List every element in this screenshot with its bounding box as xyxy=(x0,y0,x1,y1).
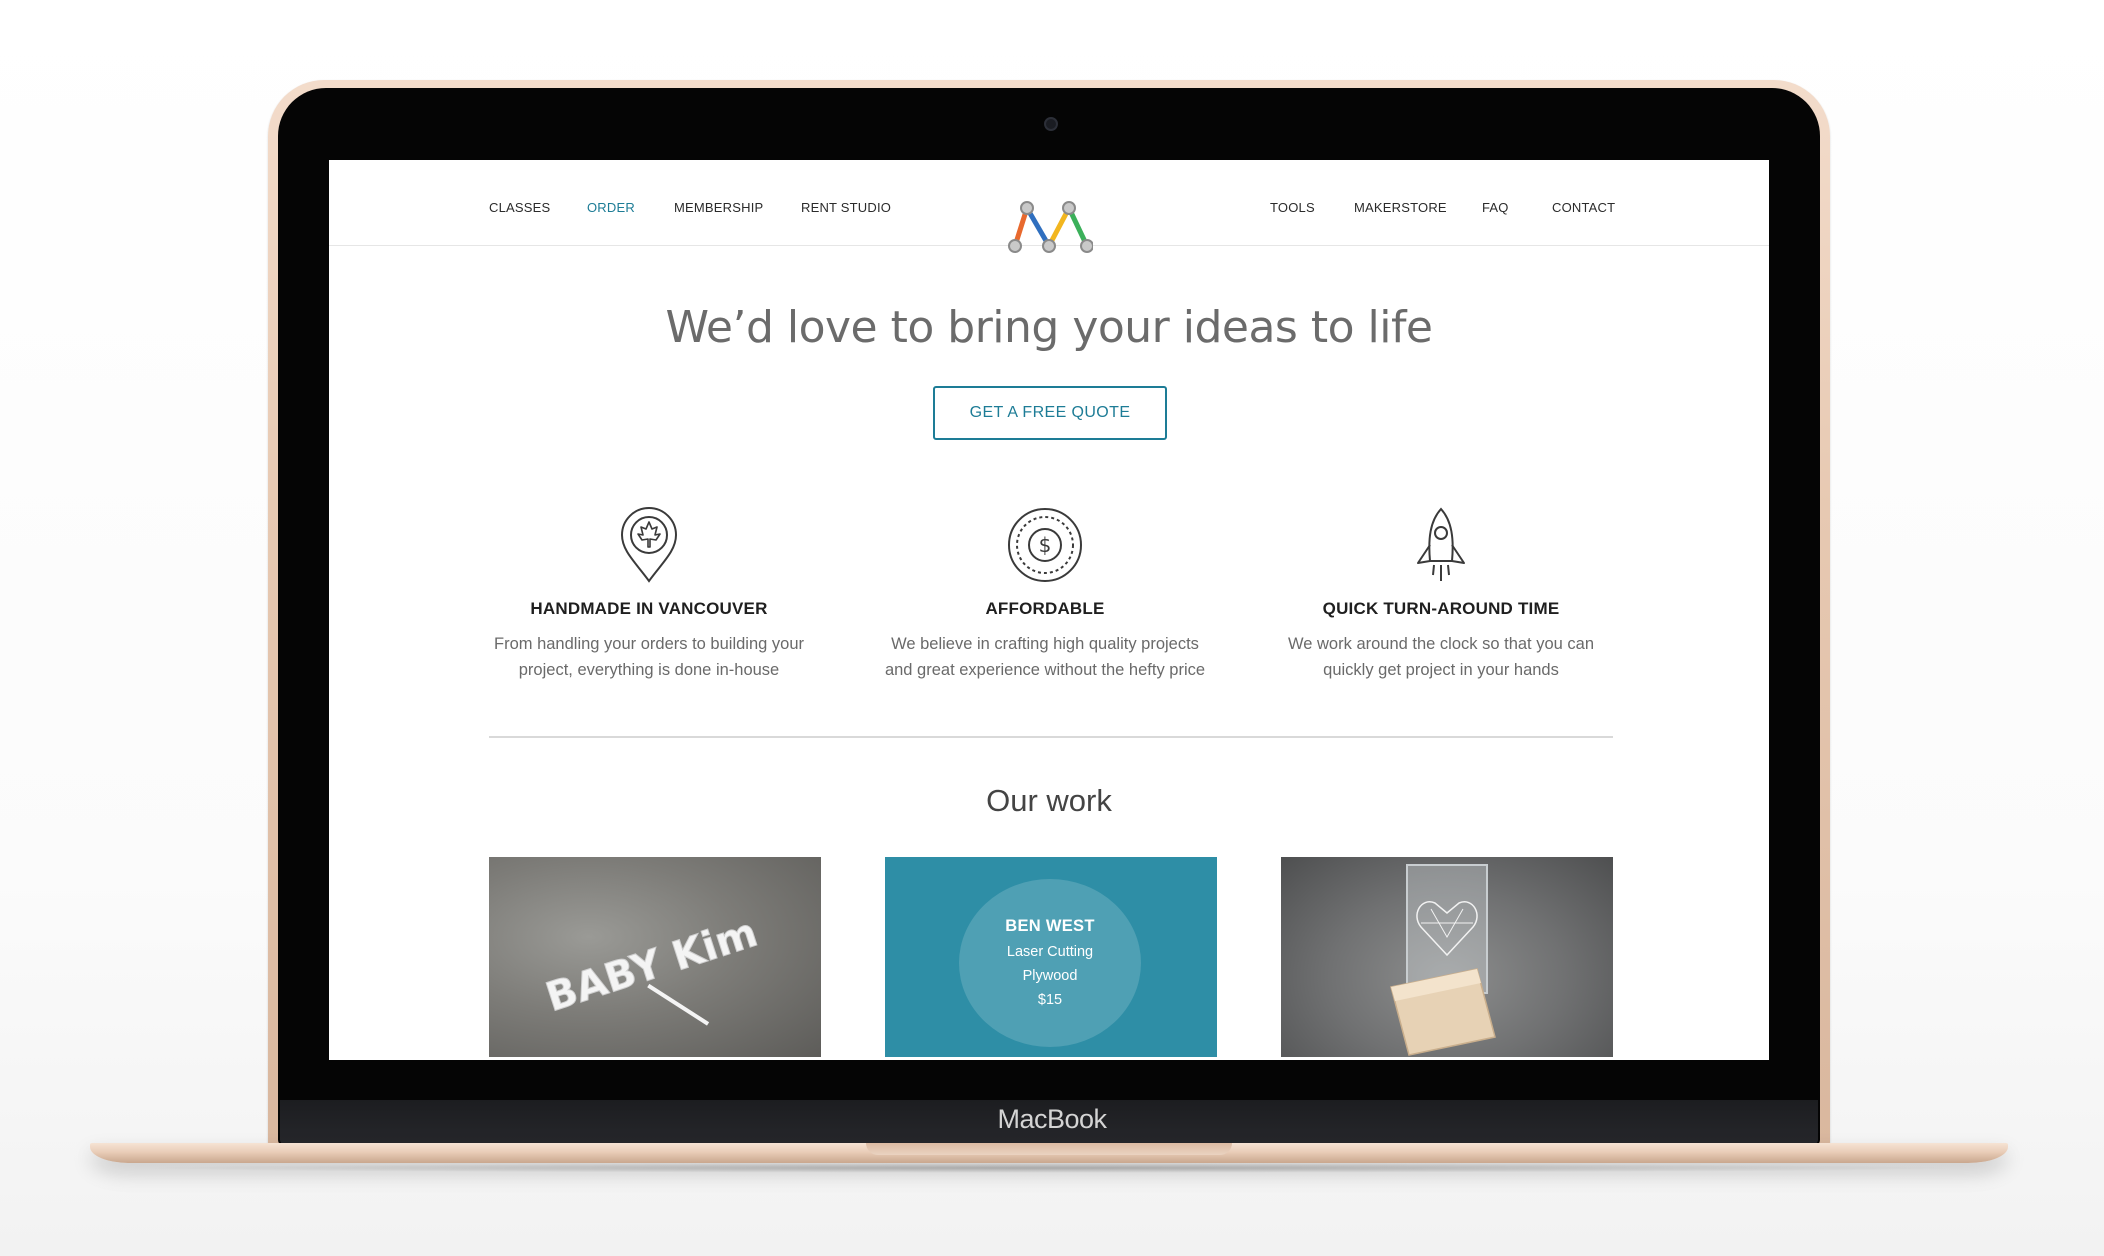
baby-name-topper-photo: BABY Kim xyxy=(540,909,764,1026)
feature-title: HANDMADE IN VANCOUVER xyxy=(530,599,768,618)
our-work-title: Our work xyxy=(986,783,1112,818)
nav-makerstore[interactable]: MAKERSTORE xyxy=(1354,200,1447,215)
work-price: $15 xyxy=(1037,992,1063,1008)
laptop-shadow xyxy=(130,1163,1970,1173)
nav-faq[interactable]: FAQ xyxy=(1482,200,1509,215)
work-material: Plywood xyxy=(1022,968,1078,984)
website-screen: CLASSES ORDER MEMBERSHIP RENT STUDIO TOO… xyxy=(329,160,1769,1060)
work-service: Laser Cutting xyxy=(1006,944,1094,960)
nav-order[interactable]: ORDER xyxy=(587,200,635,215)
engraved-heart-stand-photo xyxy=(1390,864,1496,1056)
get-free-quote-button[interactable]: GET A FREE QUOTE xyxy=(933,386,1167,440)
feature-title: QUICK TURN-AROUND TIME xyxy=(1322,599,1560,618)
dollar-coin-icon: $ xyxy=(1008,508,1082,582)
feature-description-line: project, everything is done in-house xyxy=(518,661,780,679)
top-navigation: CLASSES ORDER MEMBERSHIP RENT STUDIO TOO… xyxy=(329,160,1769,253)
section-divider xyxy=(489,736,1613,738)
feature-description-line: We believe in crafting high quality proj… xyxy=(891,635,1199,653)
rocket-icon xyxy=(1417,507,1465,581)
site-logo-link[interactable] xyxy=(1007,200,1094,257)
feature-description: We work around the clock so that you can… xyxy=(1241,631,1641,683)
feature-quick-turnaround: QUICK TURN-AROUND TIME We work around th… xyxy=(1241,505,1641,683)
work-client-name: BEN WEST xyxy=(1005,917,1095,935)
nav-contact[interactable]: CONTACT xyxy=(1552,200,1615,215)
nav-tools[interactable]: TOOLS xyxy=(1270,200,1315,215)
hero-title: We’d love to bring your ideas to life xyxy=(665,302,1433,353)
work-tile-ben-west[interactable]: BEN WEST Laser Cutting Plywood $15 xyxy=(885,857,1217,1057)
feature-description: We believe in crafting high quality proj… xyxy=(845,631,1245,683)
feature-handmade: HANDMADE IN VANCOUVER From handling your… xyxy=(449,505,849,683)
laptop-open-notch xyxy=(866,1143,1232,1155)
work-tile-baby-name-topper[interactable]: BABY Kim xyxy=(489,857,821,1057)
feature-description-line: From handling your orders to building yo… xyxy=(494,635,804,653)
feature-title: AFFORDABLE xyxy=(985,599,1105,618)
feature-description-line: and great experience without the hefty p… xyxy=(884,661,1206,679)
svg-text:$: $ xyxy=(1039,533,1052,557)
feature-description-line: quickly get project in your hands xyxy=(1323,661,1559,679)
device-brand-label: MacBook xyxy=(997,1104,1107,1134)
work-tile-info-overlay: BEN WEST Laser Cutting Plywood $15 xyxy=(959,879,1141,1047)
maker-m-logo-icon xyxy=(1008,201,1094,253)
map-pin-maple-leaf-icon xyxy=(620,507,678,583)
nav-classes[interactable]: CLASSES xyxy=(489,200,550,215)
feature-affordable: $ AFFORDABLE We believe in crafting high… xyxy=(845,505,1245,683)
feature-description: From handling your orders to building yo… xyxy=(449,631,849,683)
nav-membership[interactable]: MEMBERSHIP xyxy=(674,200,763,215)
feature-description-line: We work around the clock so that you can xyxy=(1287,635,1595,653)
work-tile-engraved-heart-stand[interactable] xyxy=(1281,857,1613,1057)
nav-rent-studio[interactable]: RENT STUDIO xyxy=(801,200,891,215)
topper-lettering: BABY Kim xyxy=(540,910,763,1021)
webcam xyxy=(1044,117,1058,131)
